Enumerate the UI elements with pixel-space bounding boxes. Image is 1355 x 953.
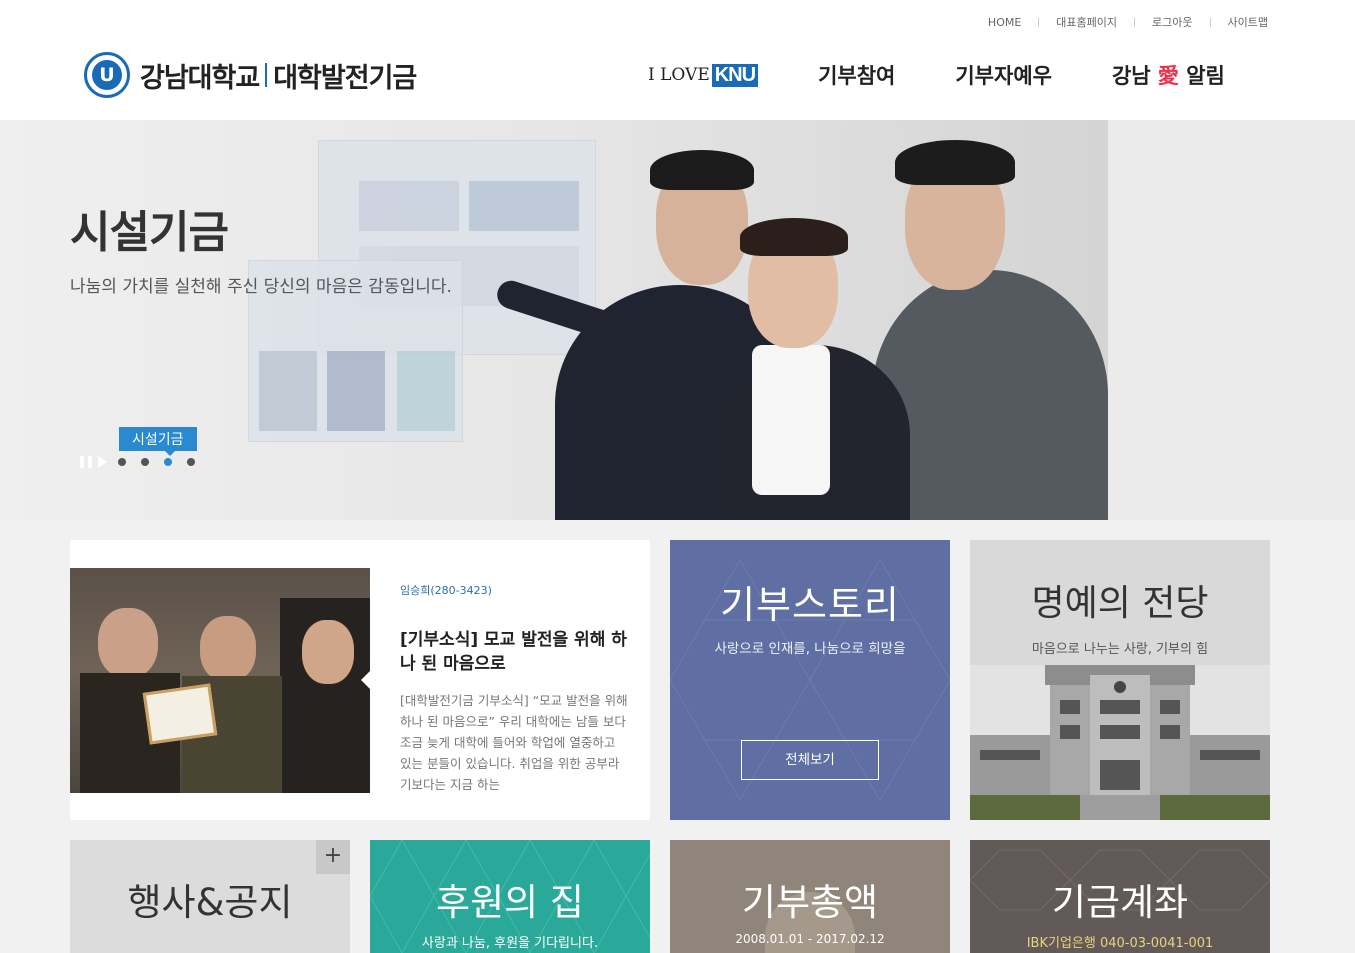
hero-subtitle: 나눔의 가치를 실천해 주신 당신의 마음은 감동입니다. <box>70 277 452 297</box>
story-subtitle: 사랑으로 인재를, 나눔으로 희망을 <box>714 641 906 657</box>
util-sitemap-link[interactable]: 사이트맵 <box>1211 14 1285 30</box>
slide-dot-1[interactable] <box>118 458 126 466</box>
events-notice-card[interactable]: + 행사&공지 <box>70 840 350 953</box>
logo-university: 강남대학교 <box>140 62 260 94</box>
nav-announcements-label-2: 알림 <box>1186 64 1225 88</box>
site-header: HOME 대표홈페이지 로그아웃 사이트맵 U 강남대학교 대학발전기금 I L… <box>0 0 1355 120</box>
news-title[interactable]: [기부소식] 모교 발전을 위해 하나 된 마음으로 <box>400 628 630 676</box>
nav-donor-benefits[interactable]: 기부자예우 <box>955 60 1052 90</box>
slide-dot-2[interactable] <box>141 458 149 466</box>
nav-donate[interactable]: 기부참여 <box>818 60 895 90</box>
university-seal-icon: U <box>84 52 130 98</box>
hall-subtitle: 마음으로 나누는 사랑, 기부의 힘 <box>1031 642 1209 657</box>
nav-announcements-label: 강남 <box>1111 64 1151 88</box>
util-logout-link[interactable]: 로그아웃 <box>1135 14 1209 30</box>
nav-ilove-knu[interactable]: I LOVE KNU <box>648 63 759 87</box>
logo-divider <box>265 63 268 87</box>
nav-announcements[interactable]: 강남 愛 알림 <box>1112 60 1225 90</box>
hero-title: 시설기금 <box>70 207 229 258</box>
house-title: 후원의 집 <box>436 881 584 924</box>
news-photo <box>70 568 370 793</box>
news-author: 임승희(280-3423) <box>400 584 492 597</box>
building-image <box>970 665 1270 820</box>
logo-text: 강남대학교 대학발전기금 <box>140 56 417 95</box>
hall-title: 명예의 전당 <box>1031 583 1209 624</box>
news-excerpt: [대학발전기금 기부소식] “모교 발전을 위해 하나 된 마음으로” 우리 대… <box>400 693 628 792</box>
total-period: 2008.01.01 - 2017.02.12 <box>735 932 885 946</box>
hero-side <box>1108 120 1355 520</box>
more-plus-icon[interactable]: + <box>316 840 350 874</box>
site-logo[interactable]: U 강남대학교 대학발전기금 <box>84 52 417 98</box>
logo-foundation: 대학발전기금 <box>273 62 417 94</box>
pause-icon[interactable] <box>80 456 92 468</box>
hero-slide-tag: 시설기금 <box>119 427 197 456</box>
slide-dot-4[interactable] <box>187 458 195 466</box>
total-title: 기부총액 <box>741 881 879 924</box>
main-nav: I LOVE KNU 기부참여 기부자예우 강남 愛 알림 <box>648 60 1225 90</box>
house-subtitle: 사랑과 나눔, 후원을 기다립니다. <box>421 936 599 951</box>
slide-dot-3[interactable] <box>164 458 172 466</box>
play-icon[interactable] <box>98 456 107 468</box>
person-hair <box>740 218 848 256</box>
account-title: 기금계좌 <box>1051 881 1189 924</box>
view-all-button[interactable]: 전체보기 <box>741 740 879 780</box>
sponsor-house-card[interactable]: 후원의 집 사랑과 나눔, 후원을 기다립니다. <box>370 840 650 953</box>
util-main-site-link[interactable]: 대표홈페이지 <box>1039 14 1134 30</box>
event-title: 행사&공지 <box>127 881 293 924</box>
knu-badge: KNU <box>711 63 759 87</box>
love-character: 愛 <box>1157 63 1179 88</box>
util-home-link[interactable]: HOME <box>971 16 1038 29</box>
donation-story-card: 기부스토리 사랑으로 인재를, 나눔으로 희망을 전체보기 <box>670 540 950 820</box>
ilove-text: I LOVE <box>648 65 710 85</box>
person-hair <box>895 140 1015 185</box>
story-title: 기부스토리 <box>720 583 900 627</box>
account-number: IBK기업은행 040-03-0041-001 <box>1026 936 1214 951</box>
person-hair <box>650 150 754 190</box>
hero-banner: 시설기금 나눔의 가치를 실천해 주신 당신의 마음은 감동입니다. 시설기금 <box>0 120 1355 520</box>
hall-of-fame-card[interactable]: 명예의 전당 마음으로 나누는 사랑, 기부의 힘 <box>970 540 1270 820</box>
person-shirt <box>752 345 830 495</box>
news-card[interactable]: 임승희(280-3423) [기부소식] 모교 발전을 위해 하나 된 마음으로… <box>70 540 650 820</box>
fund-account-card[interactable]: 기금계좌 IBK기업은행 040-03-0041-001 <box>970 840 1270 953</box>
utility-nav: HOME 대표홈페이지 로그아웃 사이트맵 <box>971 14 1285 30</box>
slider-controls <box>80 456 203 468</box>
donation-total-card[interactable]: 기부총액 2008.01.01 - 2017.02.12 <box>670 840 950 953</box>
